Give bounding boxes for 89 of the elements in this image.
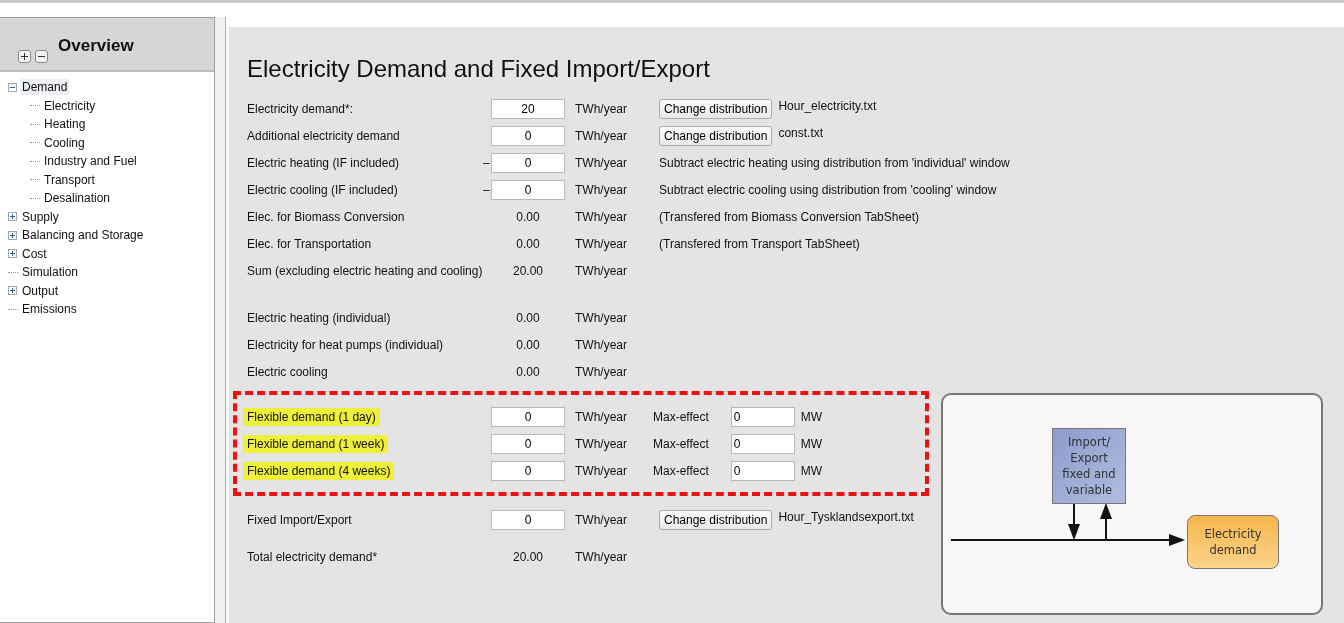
electricity-demand-node: Electricity demand — [1187, 515, 1279, 569]
unit-text: TWh/year — [574, 310, 628, 325]
field-label: Elec. for Biomass Conversion — [247, 209, 405, 224]
minus-sign: – — [483, 182, 491, 197]
import-export-node: Import/ Export fixed and variable — [1052, 428, 1126, 504]
collapse-icon[interactable] — [8, 82, 17, 92]
value-field[interactable]: 0 — [491, 152, 565, 173]
unit-text: TWh/year — [574, 236, 628, 251]
field-label: Flexible demand (1 day) — [243, 407, 380, 426]
max-effect-label: Max-effect — [653, 463, 709, 478]
tree-item[interactable]: Transport — [42, 171, 97, 188]
expand-icon[interactable] — [8, 249, 17, 259]
value-text: 0.00 — [516, 337, 540, 352]
sidebar-title: Overview — [58, 36, 134, 56]
unit-text: TWh/year — [574, 337, 628, 352]
file-name: Hour_electricity.txt — [778, 98, 877, 113]
tree-item[interactable]: Cost — [20, 245, 49, 262]
note-text: (Transfered from Biomass Conversion TabSheet) — [659, 209, 920, 224]
note-text: Subtract electric cooling using distribution from 'cooling' window — [659, 182, 997, 197]
max-effect-label: Max-effect — [653, 409, 709, 424]
tree-item[interactable]: Demand — [20, 79, 70, 96]
value-field[interactable]: 0 — [491, 460, 565, 481]
import-arrow — [1100, 503, 1112, 541]
value-field[interactable]: 20 — [491, 98, 565, 119]
change-distribution-button[interactable]: Change distribution — [659, 509, 773, 530]
unit-text: TWh/year — [574, 155, 628, 170]
export-arrow — [1068, 501, 1080, 540]
unit-text: TWh/year — [574, 128, 628, 143]
tree-item[interactable]: Electricity — [42, 97, 98, 114]
collapse-all-icon[interactable] — [35, 50, 48, 63]
value-text: 0.00 — [516, 310, 540, 325]
minus-sign: – — [483, 155, 491, 170]
value-text: 0.00 — [516, 364, 540, 379]
field-label: Flexible demand (1 week) — [243, 434, 389, 453]
unit-text: TWh/year — [574, 101, 628, 116]
value-field[interactable]: 0 — [491, 433, 565, 454]
value-field[interactable]: 0 — [491, 125, 565, 146]
unit-text: TWh/year — [574, 263, 628, 278]
unit-text: TWh/year — [574, 549, 628, 564]
tree-item[interactable]: Emissions — [20, 301, 79, 318]
unit-text: TWh/year — [574, 209, 628, 224]
max-effect-label: Max-effect — [653, 436, 709, 451]
value-field[interactable]: 0 — [491, 406, 565, 427]
field-label: Elec. for Transportation — [247, 236, 372, 251]
tree-item[interactable]: Balancing and Storage — [20, 227, 146, 244]
tree-item[interactable]: Supply — [20, 208, 61, 225]
field-label: Electricity for heat pumps (individual) — [247, 337, 444, 352]
value-field[interactable]: 0 — [491, 509, 565, 530]
field-label: Electric cooling (IF included) — [247, 182, 398, 197]
tree-item[interactable]: Cooling — [42, 134, 87, 151]
unit-text: TWh/year — [574, 182, 628, 197]
note-text: Subtract electric heating using distribution from 'individual' window — [659, 155, 1010, 170]
field-label: Sum (excluding electric heating and cooling) — [247, 263, 483, 278]
tree-item[interactable]: Desalination — [42, 190, 113, 207]
max-effect-field[interactable]: 0 — [730, 460, 795, 481]
tree-item[interactable]: Simulation — [20, 264, 81, 281]
note-text: (Transfered from Transport TabSheet) — [659, 236, 860, 251]
field-label: Electric heating (individual) — [247, 310, 391, 325]
file-name: const.txt — [778, 125, 824, 140]
value-text: 0.00 — [516, 236, 540, 251]
value-text: 20.00 — [513, 263, 543, 278]
unit-text: MW — [800, 463, 823, 478]
field-label: Fixed Import/Export — [247, 512, 352, 527]
field-label: Electric heating (IF included) — [247, 155, 400, 170]
unit-text: MW — [800, 409, 823, 424]
field-label: Electricity demand*: — [247, 101, 354, 116]
expand-all-icon[interactable] — [18, 50, 31, 63]
value-text: 20.00 — [513, 549, 543, 564]
field-label: Total electricity demand* — [247, 549, 378, 564]
value-text: 0.00 — [516, 209, 540, 224]
change-distribution-button[interactable]: Change distribution — [659, 125, 773, 146]
field-label: Electric cooling — [247, 364, 328, 379]
unit-text: TWh/year — [574, 512, 628, 527]
unit-text: TWh/year — [574, 364, 628, 379]
unit-text: MW — [800, 436, 823, 451]
tree-item[interactable]: Industry and Fuel — [42, 153, 139, 170]
field-label: Additional electricity demand — [247, 128, 400, 143]
expand-icon[interactable] — [8, 230, 17, 240]
tree-item[interactable]: Heating — [42, 116, 88, 133]
change-distribution-button[interactable]: Change distribution — [659, 98, 773, 119]
value-field[interactable]: 0 — [491, 179, 565, 200]
expand-icon[interactable] — [8, 212, 17, 222]
expand-icon[interactable] — [8, 286, 17, 296]
max-effect-field[interactable]: 0 — [730, 433, 795, 454]
field-label: Flexible demand (4 weeks) — [243, 461, 395, 480]
file-name: Hour_Tysklandsexport.txt — [778, 509, 914, 524]
page-title: Electricity Demand and Fixed Import/Export — [247, 55, 711, 83]
max-effect-field[interactable]: 0 — [730, 406, 795, 427]
tree-item[interactable]: Output — [20, 282, 61, 299]
